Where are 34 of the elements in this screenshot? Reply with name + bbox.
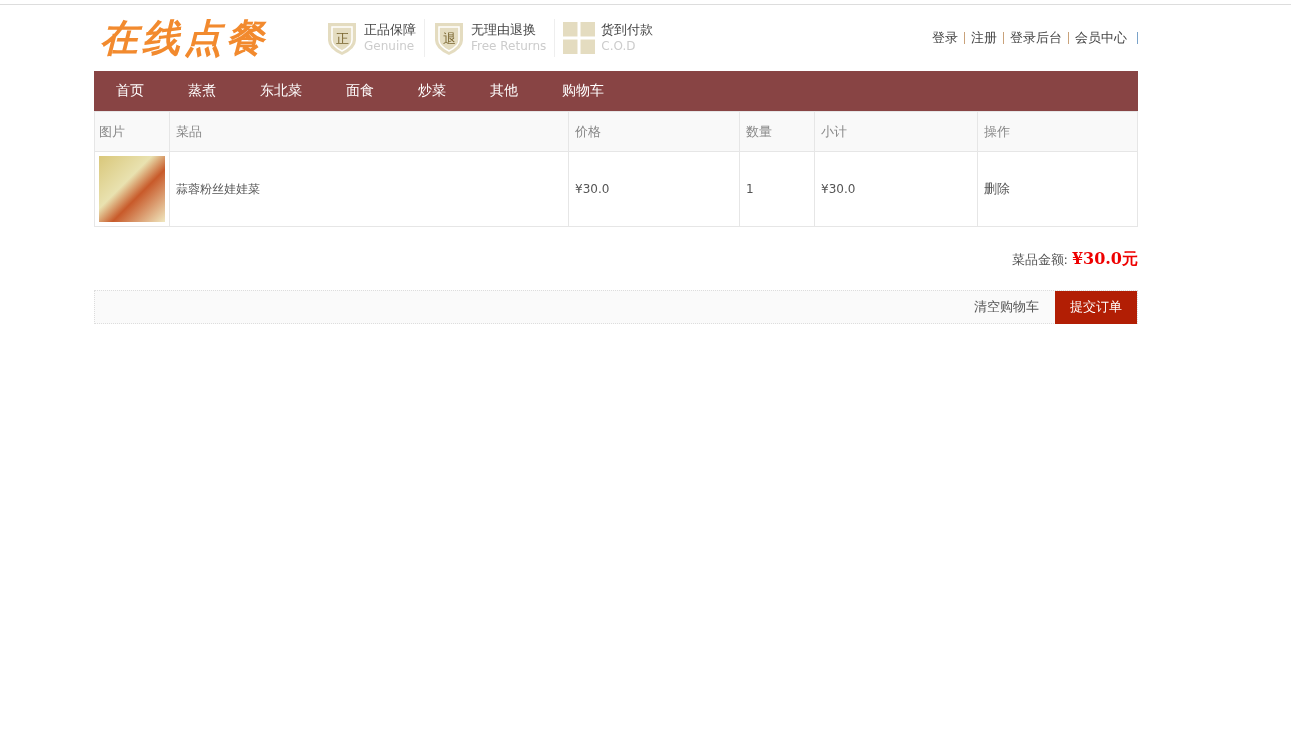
header-link[interactable]: 注册 — [965, 29, 1003, 47]
header-link[interactable]: 会员中心 — [1069, 29, 1133, 47]
badge-title: 货到付款 — [601, 22, 654, 38]
badge-title: 无理由退换 — [471, 22, 537, 38]
table-cell: ¥30.0 — [568, 151, 740, 227]
column-header: 操作 — [977, 111, 1138, 152]
column-header: 小计 — [814, 111, 978, 152]
nav-item[interactable]: 东北菜 — [238, 82, 324, 100]
table-cell: 1 — [739, 151, 815, 227]
gift-icon — [563, 22, 596, 54]
badge-title: 正品保障 — [364, 22, 416, 38]
nav-item[interactable]: 购物车 — [540, 82, 626, 100]
table-cell: ¥30.0 — [814, 151, 978, 227]
shield-icon: 正 — [326, 20, 358, 56]
nav-item[interactable]: 面食 — [324, 82, 396, 100]
nav-item[interactable]: 其他 — [468, 82, 540, 100]
column-header: 菜品 — [169, 111, 569, 152]
column-header: 数量 — [739, 111, 815, 152]
photo-placeholder — [99, 156, 165, 222]
nav-item[interactable]: 蒸煮 — [166, 82, 238, 100]
shield-icon: 退 — [433, 20, 465, 56]
column-header: 价格 — [568, 111, 740, 152]
delete-link[interactable]: 删除 — [984, 181, 1010, 196]
submit-order-button[interactable]: 提交订单 — [1055, 290, 1137, 324]
clear-cart-link[interactable]: 清空购物车 — [974, 298, 1039, 316]
total-label: 菜品金额: — [1011, 252, 1068, 267]
header-link[interactable]: 登录 — [926, 29, 964, 47]
column-header: 图片 — [94, 111, 170, 152]
table-cell: 蒜蓉粉丝娃娃菜 — [169, 151, 569, 227]
total-amount: ¥30.0元 — [1071, 249, 1138, 268]
header-link[interactable]: 登录后台 — [1004, 29, 1068, 47]
nav-item[interactable]: 炒菜 — [396, 82, 468, 100]
site-logo: 在线点餐 — [99, 13, 269, 62]
nav-item[interactable]: 首页 — [94, 82, 166, 100]
